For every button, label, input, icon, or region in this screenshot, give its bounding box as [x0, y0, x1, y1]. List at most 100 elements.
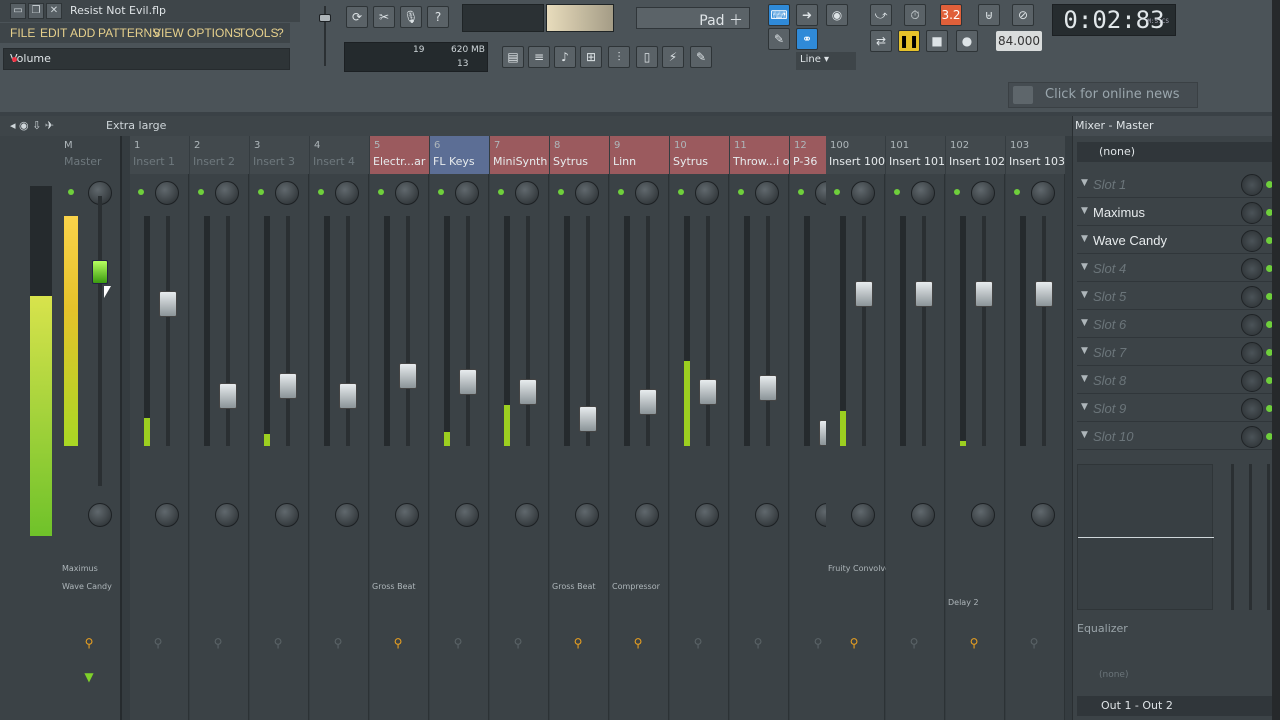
insert-route-icon[interactable]: ⚲ — [213, 636, 223, 650]
metronome-icon[interactable]: ✂ — [373, 6, 395, 28]
insert-label[interactable]: 103 Insert 103 — [1006, 136, 1065, 174]
insert-volume-fader[interactable] — [639, 389, 657, 415]
stop-icon[interactable]: ■ — [926, 30, 948, 52]
fx-slot[interactable]: ▼ Slot 10 — [1077, 424, 1273, 450]
slot-menu-arrow-icon[interactable]: ▼ — [1081, 262, 1088, 272]
insert-route-icon[interactable]: ⚲ — [813, 636, 823, 650]
insert-route-icon[interactable]: ⚲ — [969, 636, 979, 650]
fx-slot[interactable]: ▼ Slot 5 — [1077, 284, 1273, 310]
master-send-arrow-icon[interactable]: ▼ — [84, 670, 94, 684]
insert-stereo-knob[interactable] — [275, 503, 299, 527]
insert-volume-fader[interactable] — [459, 369, 477, 395]
master-route-icon[interactable]: ⚲ — [84, 636, 94, 650]
insert-route-icon[interactable]: ⚲ — [333, 636, 343, 650]
tempo-display[interactable]: 84.000 — [996, 31, 1042, 51]
insert-stereo-knob[interactable] — [455, 503, 479, 527]
wait-input-icon[interactable]: ⏱ — [904, 4, 926, 26]
fx-slot[interactable]: ▼ Wave Candy — [1077, 228, 1273, 254]
plugin-icon[interactable]: ⚡ — [662, 46, 684, 68]
fx-slot[interactable]: ▼ Slot 1 — [1077, 172, 1273, 198]
equalizer-graph[interactable] — [1077, 464, 1214, 610]
insert-route-icon[interactable]: ⚲ — [633, 636, 643, 650]
insert-volume-fader[interactable] — [219, 383, 237, 409]
insert-volume-fader[interactable] — [699, 379, 717, 405]
insert-label[interactable]: 100 Insert 100 — [826, 136, 885, 174]
mixer-icon[interactable]: ⫶ — [608, 46, 630, 68]
slot-menu-arrow-icon[interactable]: ▼ — [1081, 178, 1088, 188]
insert-stereo-knob[interactable] — [971, 503, 995, 527]
insert-route-icon[interactable]: ⚲ — [393, 636, 403, 650]
insert-stereo-knob[interactable] — [335, 503, 359, 527]
insert-enable-led-icon[interactable] — [1014, 189, 1020, 195]
browser-icon[interactable]: ⊞ — [580, 46, 602, 68]
insert-enable-led-icon[interactable] — [678, 189, 684, 195]
insert-label[interactable]: 8 Sytrus — [550, 136, 609, 174]
snap-selector[interactable]: Line ▾ — [796, 52, 856, 70]
slot-menu-arrow-icon[interactable]: ▼ — [1081, 430, 1088, 440]
slot-mix-knob[interactable] — [1241, 398, 1263, 420]
master-volume-slider[interactable] — [318, 6, 332, 66]
slot-mix-knob[interactable] — [1241, 286, 1263, 308]
slot-mix-knob[interactable] — [1241, 314, 1263, 336]
insert-label[interactable]: 9 Linn — [610, 136, 669, 174]
pattern-song-icon[interactable]: ⇄ — [870, 30, 892, 52]
insert-label[interactable]: 1 Insert 1 — [130, 136, 189, 174]
insert-label[interactable]: 102 Insert 102 — [946, 136, 1005, 174]
slider-knob[interactable] — [319, 14, 331, 22]
slot-mix-knob[interactable] — [1241, 230, 1263, 252]
insert-enable-led-icon[interactable] — [738, 189, 744, 195]
file-icon[interactable]: ▯ — [636, 46, 658, 68]
insert-volume-fader[interactable] — [399, 363, 417, 389]
insert-pan-knob[interactable] — [755, 181, 779, 205]
insert-enable-led-icon[interactable] — [834, 189, 840, 195]
slot-menu-arrow-icon[interactable]: ▼ — [1081, 318, 1088, 328]
blend-notes-icon[interactable]: ⊎ — [978, 4, 1000, 26]
master-led-icon[interactable] — [68, 189, 74, 195]
insert-stereo-knob[interactable] — [911, 503, 935, 527]
insert-stereo-knob[interactable] — [515, 503, 539, 527]
insert-label[interactable]: 101 Insert 101 — [886, 136, 945, 174]
help-icon[interactable]: ? — [427, 6, 449, 28]
insert-pan-knob[interactable] — [971, 181, 995, 205]
slot-mix-knob[interactable] — [1241, 174, 1263, 196]
insert-pan-knob[interactable] — [635, 181, 659, 205]
insert-enable-led-icon[interactable] — [618, 189, 624, 195]
insert-enable-led-icon[interactable] — [378, 189, 384, 195]
slot-menu-arrow-icon[interactable]: ▼ — [1081, 206, 1088, 216]
insert-stereo-knob[interactable] — [1031, 503, 1055, 527]
insert-route-icon[interactable]: ⚲ — [573, 636, 583, 650]
menu-help[interactable]: ? — [277, 26, 284, 40]
insert-label[interactable]: 6 FL Keys — [430, 136, 489, 174]
master-stereo-knob[interactable] — [88, 503, 112, 527]
slot-menu-arrow-icon[interactable]: ▼ — [1081, 374, 1088, 384]
insert-enable-led-icon[interactable] — [798, 189, 804, 195]
playlist-icon[interactable]: ▤ — [502, 46, 524, 68]
insert-enable-led-icon[interactable] — [258, 189, 264, 195]
menu-patterns[interactable]: PATTERNS — [98, 26, 160, 40]
menu-edit[interactable]: EDIT — [40, 26, 67, 40]
insert-label[interactable]: 2 Insert 2 — [190, 136, 249, 174]
fx-slot[interactable]: ▼ Slot 9 — [1077, 396, 1273, 422]
insert-route-icon[interactable]: ⚲ — [453, 636, 463, 650]
slot-mix-knob[interactable] — [1241, 370, 1263, 392]
typing-keyboard-icon[interactable]: ⌨ — [768, 4, 790, 26]
insert-enable-led-icon[interactable] — [954, 189, 960, 195]
insert-pan-knob[interactable] — [911, 181, 935, 205]
insert-pan-knob[interactable] — [575, 181, 599, 205]
insert-pan-knob[interactable] — [455, 181, 479, 205]
pattern-selector[interactable]: Pad ＋ — [636, 7, 750, 29]
insert-volume-fader[interactable] — [159, 291, 177, 317]
online-news-button[interactable]: Click for online news — [1008, 82, 1198, 108]
insert-label[interactable]: 4 Insert 4 — [310, 136, 369, 174]
insert-route-icon[interactable]: ⚲ — [693, 636, 703, 650]
recording-icon[interactable]: ◉ — [826, 4, 848, 26]
restore-button[interactable]: ❐ — [28, 3, 44, 19]
fx-slot[interactable]: ▼ Slot 7 — [1077, 340, 1273, 366]
slot-mix-knob[interactable] — [1241, 342, 1263, 364]
slot-mix-knob[interactable] — [1241, 258, 1263, 280]
slot-menu-arrow-icon[interactable]: ▼ — [1081, 290, 1088, 300]
insert-pan-knob[interactable] — [335, 181, 359, 205]
menu-add[interactable]: ADD — [70, 26, 95, 40]
insert-route-icon[interactable]: ⚲ — [153, 636, 163, 650]
insert-volume-fader[interactable] — [519, 379, 537, 405]
